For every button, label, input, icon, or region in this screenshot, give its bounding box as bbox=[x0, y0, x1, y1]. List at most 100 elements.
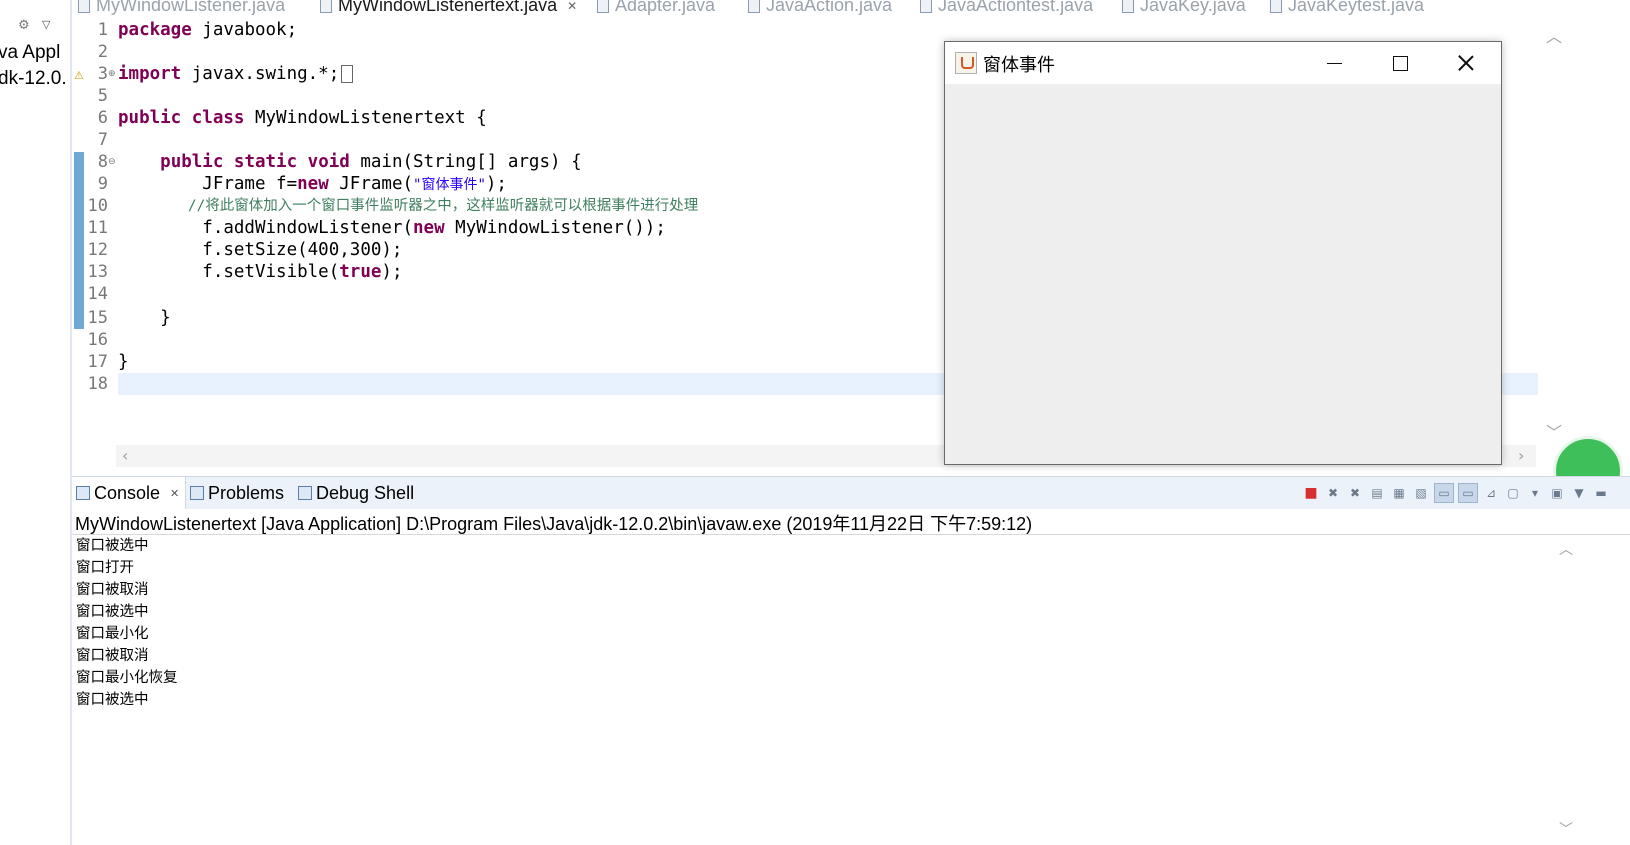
console-process-label: MyWindowListenertext [Java Application] … bbox=[72, 509, 1630, 535]
remove-launch-icon[interactable]: ✖ bbox=[1324, 484, 1342, 502]
remove-all-icon[interactable]: ✖ bbox=[1346, 484, 1364, 502]
code-text-segment: MyWindowListenertext { bbox=[244, 108, 487, 128]
line-number: 10 bbox=[87, 196, 108, 216]
scroll-right-icon[interactable]: › bbox=[1518, 445, 1524, 467]
close-icon bbox=[1458, 55, 1474, 71]
scroll-up-icon[interactable]: ︿ bbox=[1546, 23, 1562, 47]
console-output-line: 窗口打开 bbox=[76, 560, 134, 576]
console-toolbar: ■ ✖ ✖ ▤ ▦ ▧ ▭ ▭ ⊿ ▢ ▾ ▣ ▼ ▬ bbox=[1302, 482, 1610, 504]
console-output-line: 窗口被选中 bbox=[76, 538, 149, 554]
tab-adapter[interactable]: Adapter.java bbox=[597, 0, 715, 17]
tab-console[interactable]: Console ✕ bbox=[72, 477, 187, 509]
open-console-icon[interactable]: ▣ bbox=[1548, 484, 1566, 502]
editor-vertical-scrollbar[interactable]: ︿ ﹀ bbox=[1538, 17, 1568, 445]
bottom-view-tab-bar: Console ✕ Problems Debug Shell ■ ✖ ✖ ▤ ▦… bbox=[72, 476, 1630, 510]
line-number: 2 bbox=[97, 42, 108, 62]
tab-mywindowlistenertext[interactable]: MyWindowListenertext.java ✕ bbox=[320, 0, 577, 17]
clear-console-icon[interactable]: ▤ bbox=[1368, 484, 1386, 502]
scroll-down-icon[interactable]: ﹀ bbox=[1559, 819, 1573, 839]
code-line: } bbox=[118, 308, 171, 328]
java-file-icon bbox=[1122, 0, 1134, 13]
string-literal: "窗体事件" bbox=[413, 177, 486, 193]
tab-close-icon[interactable]: ✕ bbox=[567, 0, 577, 13]
java-file-icon bbox=[320, 0, 332, 13]
tab-problems[interactable]: Problems bbox=[190, 477, 284, 509]
jframe-window[interactable]: 窗体事件 bbox=[944, 41, 1502, 465]
scroll-down-icon[interactable]: ﹀ bbox=[1546, 419, 1562, 443]
keyword: import bbox=[118, 64, 182, 84]
debug-shell-icon bbox=[298, 486, 312, 500]
warning-marker-icon[interactable]: ⚠ bbox=[74, 69, 84, 82]
scroll-up-icon[interactable]: ︿ bbox=[1559, 539, 1573, 559]
word-wrap-icon[interactable]: ▧ bbox=[1412, 484, 1430, 502]
console-output-line: 窗口最小化恢复 bbox=[76, 670, 178, 686]
tab-label: MyWindowListener.java bbox=[96, 0, 286, 15]
code-text-segment: JFrame f= bbox=[118, 174, 298, 194]
line-number: 14 bbox=[87, 284, 108, 304]
java-coffee-icon[interactable] bbox=[955, 52, 977, 74]
show-on-stderr-icon[interactable]: ▭ bbox=[1458, 483, 1478, 503]
tab-close-icon[interactable]: ✕ bbox=[170, 487, 179, 500]
editor-tab-bar: MyWindowListener.java MyWindowListenerte… bbox=[72, 0, 1630, 17]
folded-block-marker[interactable] bbox=[341, 65, 354, 83]
close-button[interactable] bbox=[1433, 42, 1499, 84]
window-title: 窗体事件 bbox=[983, 55, 1055, 76]
window-content-pane[interactable] bbox=[945, 84, 1501, 464]
scroll-lock-icon[interactable]: ▦ bbox=[1390, 484, 1408, 502]
java-file-icon bbox=[597, 0, 609, 13]
console-output-line: 窗口被取消 bbox=[76, 582, 149, 598]
java-file-icon bbox=[78, 0, 90, 13]
tab-javaaction[interactable]: JavaAction.java bbox=[748, 0, 892, 17]
tab-javakey[interactable]: JavaKey.java bbox=[1122, 0, 1246, 17]
minimize-button[interactable] bbox=[1301, 42, 1367, 84]
collapse-fold-icon[interactable]: ⊖ bbox=[108, 157, 116, 167]
console-output[interactable]: 窗口被选中 窗口打开 窗口被取消 窗口被选中 窗口最小化 窗口被取消 窗口最小化… bbox=[72, 535, 1558, 845]
code-line: f.setSize(400,300); bbox=[118, 240, 403, 260]
scroll-left-icon[interactable]: ‹ bbox=[122, 445, 128, 467]
window-titlebar[interactable]: 窗体事件 bbox=[945, 42, 1501, 84]
console-vertical-scrollbar[interactable]: ︿ ﹀ bbox=[1558, 535, 1573, 845]
show-on-stdout-icon[interactable]: ▭ bbox=[1434, 483, 1454, 503]
keyword: new bbox=[413, 218, 445, 238]
console-process-text: MyWindowListenertext [Java Application] … bbox=[75, 514, 1033, 534]
minimize-view-icon[interactable]: ▬ bbox=[1592, 484, 1610, 502]
code-text-segment: JFrame( bbox=[328, 174, 414, 194]
pin-console-icon[interactable]: ⊿ bbox=[1482, 484, 1500, 502]
line-number: 12 bbox=[87, 240, 108, 260]
keyword: new bbox=[297, 174, 329, 194]
code-line: f.addWindowListener(new MyWindowListener… bbox=[118, 217, 666, 239]
maximize-button[interactable] bbox=[1367, 42, 1433, 84]
code-text-segment: javax.swing.*; bbox=[181, 64, 340, 84]
tab-debug-shell[interactable]: Debug Shell bbox=[298, 477, 414, 509]
line-number: 16 bbox=[87, 330, 108, 350]
code-line: JFrame f=new JFrame("窗体事件"); bbox=[118, 173, 507, 195]
code-line: package javabook; bbox=[118, 19, 297, 41]
tab-label: JavaKey.java bbox=[1140, 0, 1246, 15]
tab-mywindowlistener[interactable]: MyWindowListener.java bbox=[78, 0, 285, 17]
chevron-down-icon[interactable]: ▾ bbox=[1526, 484, 1544, 502]
code-text-segment: MyWindowListener()); bbox=[444, 218, 666, 238]
tab-label: Console bbox=[94, 482, 161, 503]
console-output-line: 窗口被取消 bbox=[76, 648, 149, 664]
tab-label: Problems bbox=[208, 482, 285, 503]
tab-label: JavaActiontest.java bbox=[938, 0, 1094, 15]
stop-icon[interactable]: ■ bbox=[1302, 484, 1320, 502]
keyword: public static void bbox=[160, 152, 350, 172]
package-explorer-pane: ⚙ ▽ va Appl dk-12.0. bbox=[0, 0, 72, 845]
tree-item-java-application[interactable]: va Appl bbox=[0, 42, 60, 64]
tab-javakeytest[interactable]: JavaKeytest.java bbox=[1270, 0, 1424, 17]
tree-item-jdk[interactable]: dk-12.0. bbox=[0, 68, 67, 90]
link-editor-icon[interactable]: ⚙ bbox=[18, 18, 30, 33]
expand-fold-icon[interactable]: ⊕ bbox=[108, 69, 116, 79]
view-menu-icon[interactable]: ▽ bbox=[42, 18, 50, 31]
code-text-segment: javabook; bbox=[191, 20, 298, 40]
line-number: 5 bbox=[97, 86, 108, 106]
code-text-segment: f.setVisible( bbox=[118, 262, 340, 282]
display-console-icon[interactable]: ▢ bbox=[1504, 484, 1522, 502]
view-menu-icon[interactable]: ▼ bbox=[1570, 484, 1588, 502]
tab-label: JavaAction.java bbox=[766, 0, 893, 15]
code-line: public class MyWindowListenertext { bbox=[118, 107, 487, 129]
tab-javaactiontest[interactable]: JavaActiontest.java bbox=[920, 0, 1093, 17]
line-number: 8 bbox=[97, 152, 108, 172]
keyword: public class bbox=[118, 108, 245, 128]
